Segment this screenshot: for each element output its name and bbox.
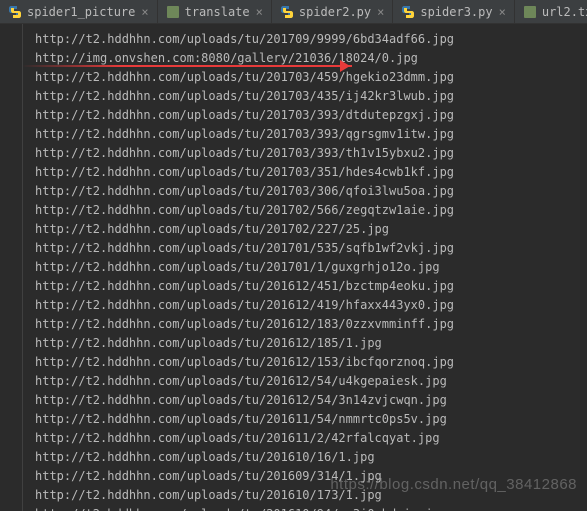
tab-bar: spider1_picture × translate × spider2.py… bbox=[0, 0, 587, 24]
tab-url2[interactable]: url2.tx bbox=[515, 0, 587, 23]
tab-label: url2.tx bbox=[542, 5, 587, 19]
editor-line[interactable]: http://t2.hddhhn.com/uploads/tu/201702/5… bbox=[8, 201, 587, 220]
editor-line[interactable]: http://t2.hddhhn.com/uploads/tu/201703/3… bbox=[8, 106, 587, 125]
editor-line[interactable]: http://t2.hddhhn.com/uploads/tu/201609/3… bbox=[8, 467, 587, 486]
tab-label: spider1_picture bbox=[27, 5, 135, 19]
editor-line[interactable]: http://t2.hddhhn.com/uploads/tu/201702/2… bbox=[8, 220, 587, 239]
tab-translate[interactable]: translate × bbox=[158, 0, 272, 23]
editor-line[interactable]: http://t2.hddhhn.com/uploads/tu/201612/4… bbox=[8, 296, 587, 315]
editor-line[interactable]: http://t2.hddhhn.com/uploads/tu/201703/4… bbox=[8, 68, 587, 87]
python-icon bbox=[8, 5, 22, 19]
text-file-icon bbox=[523, 5, 537, 19]
python-icon bbox=[401, 5, 415, 19]
tab-label: spider3.py bbox=[420, 5, 492, 19]
tab-label: spider2.py bbox=[299, 5, 371, 19]
close-icon[interactable]: × bbox=[141, 5, 148, 19]
editor-line[interactable]: http://t2.hddhhn.com/uploads/tu/201612/5… bbox=[8, 372, 587, 391]
annotation-underline bbox=[22, 65, 352, 67]
editor-line[interactable]: http://t2.hddhhn.com/uploads/tu/201612/1… bbox=[8, 334, 587, 353]
editor-area[interactable]: http://t2.hddhhn.com/uploads/tu/201709/9… bbox=[0, 24, 587, 511]
tab-spider2[interactable]: spider2.py × bbox=[272, 0, 393, 23]
editor-line[interactable]: http://t2.hddhhn.com/uploads/tu/201611/2… bbox=[8, 429, 587, 448]
editor-line[interactable]: http://t2.hddhhn.com/uploads/tu/201701/5… bbox=[8, 239, 587, 258]
editor-line[interactable]: http://t2.hddhhn.com/uploads/tu/201703/3… bbox=[8, 125, 587, 144]
text-file-icon bbox=[166, 5, 180, 19]
editor-line[interactable]: http://t2.hddhhn.com/uploads/tu/201610/9… bbox=[8, 505, 587, 511]
tab-label: translate bbox=[185, 5, 250, 19]
close-icon[interactable]: × bbox=[377, 5, 384, 19]
editor-line[interactable]: http://t2.hddhhn.com/uploads/tu/201709/9… bbox=[8, 30, 587, 49]
editor-line[interactable]: http://t2.hddhhn.com/uploads/tu/201703/3… bbox=[8, 182, 587, 201]
close-icon[interactable]: × bbox=[256, 5, 263, 19]
python-icon bbox=[280, 5, 294, 19]
editor-line[interactable]: http://t2.hddhhn.com/uploads/tu/201611/5… bbox=[8, 410, 587, 429]
tab-spider1-picture[interactable]: spider1_picture × bbox=[0, 0, 158, 23]
editor-line[interactable]: http://t2.hddhhn.com/uploads/tu/201701/1… bbox=[8, 258, 587, 277]
editor-line[interactable]: http://t2.hddhhn.com/uploads/tu/201612/5… bbox=[8, 391, 587, 410]
editor-line[interactable]: http://t2.hddhhn.com/uploads/tu/201612/1… bbox=[8, 353, 587, 372]
tab-spider3[interactable]: spider3.py × bbox=[393, 0, 514, 23]
editor-line[interactable]: http://t2.hddhhn.com/uploads/tu/201612/4… bbox=[8, 277, 587, 296]
editor-line[interactable]: http://t2.hddhhn.com/uploads/tu/201610/1… bbox=[8, 448, 587, 467]
editor-line[interactable]: http://t2.hddhhn.com/uploads/tu/201610/1… bbox=[8, 486, 587, 505]
editor-line[interactable]: http://t2.hddhhn.com/uploads/tu/201703/3… bbox=[8, 163, 587, 182]
annotation-arrow-icon bbox=[340, 60, 350, 72]
lines-container: http://t2.hddhhn.com/uploads/tu/201709/9… bbox=[8, 30, 587, 511]
editor-line[interactable]: http://t2.hddhhn.com/uploads/tu/201612/1… bbox=[8, 315, 587, 334]
close-icon[interactable]: × bbox=[499, 5, 506, 19]
editor-line[interactable]: http://t2.hddhhn.com/uploads/tu/201703/4… bbox=[8, 87, 587, 106]
editor-line[interactable]: http://t2.hddhhn.com/uploads/tu/201703/3… bbox=[8, 144, 587, 163]
